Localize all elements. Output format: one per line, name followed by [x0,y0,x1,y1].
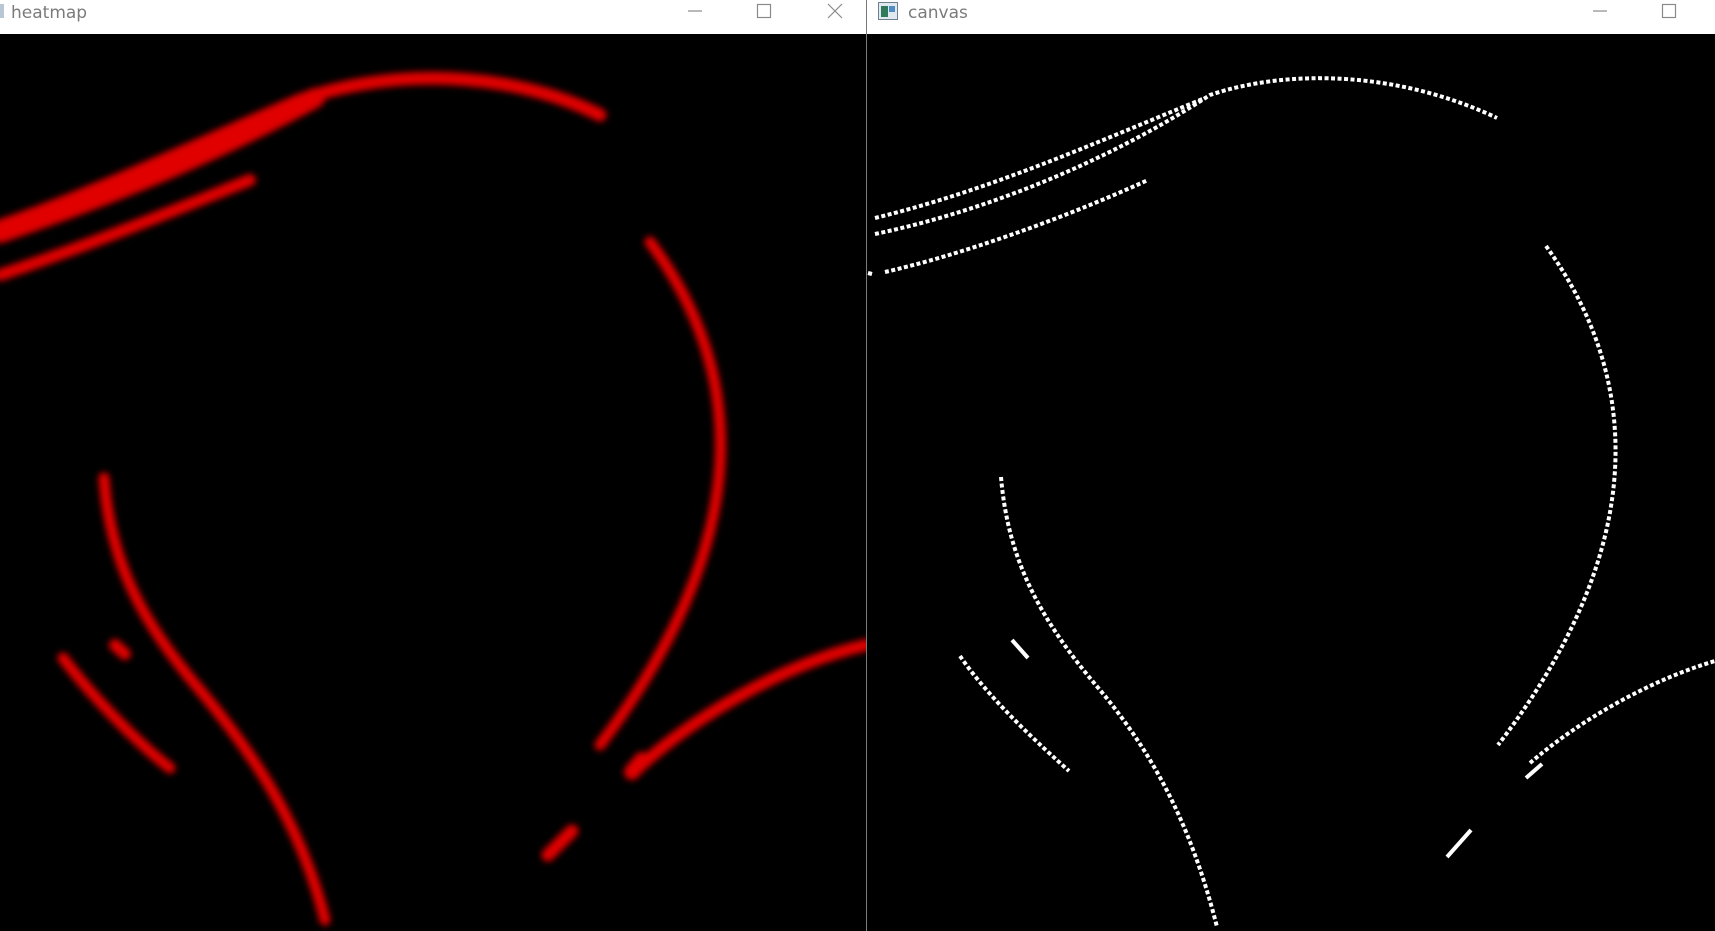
heatmap-titlebar[interactable]: heatmap [0,0,866,34]
maximize-icon [756,3,772,19]
heatmap-image [0,34,866,931]
minimize-icon [688,10,702,12]
canvas-dash-left [1010,638,1030,660]
heat-dot-left [109,639,131,660]
canvas-curve-left-short [958,654,1071,773]
canvas-dot-left [867,271,873,276]
close-icon [827,3,843,19]
canvas-curve-lower-right [1528,659,1715,765]
close-button[interactable] [812,0,858,24]
heatmap-window: heatmap [0,0,866,931]
heatmap-drawing [0,71,866,926]
canvas-curve-left-long [999,476,1219,928]
canvas-titlebar[interactable]: canvas [867,0,1715,34]
canvas-curve-upper-2 [884,178,1149,274]
maximize-icon [1661,3,1677,19]
app-icon [878,2,898,20]
canvas-drawing [867,76,1715,928]
heat-curve-lower-right [630,639,866,776]
canvas-dash-right [1524,762,1544,780]
canvas-curve-right-arc [1496,244,1618,747]
heat-dot-bright [624,752,650,780]
heat-dot-lower [541,824,579,862]
heat-curve-right-arc [594,236,727,751]
minimize-icon [1593,10,1607,12]
canvas-dash-lower [1445,828,1473,859]
canvas-curve-upper-1 [874,96,1206,220]
maximize-button[interactable] [1646,0,1692,24]
canvas-curve-top-arc [874,76,1498,236]
canvas-image [867,34,1715,931]
heat-curve-left-long [98,472,331,926]
minimize-button[interactable] [1577,0,1623,24]
app-icon [0,4,4,18]
maximize-button[interactable] [741,0,787,24]
window-title: heatmap [11,3,88,23]
heat-curve-left-short [57,652,176,774]
window-title: canvas [908,3,968,23]
minimize-button[interactable] [672,0,718,24]
canvas-window: canvas [867,0,1715,931]
